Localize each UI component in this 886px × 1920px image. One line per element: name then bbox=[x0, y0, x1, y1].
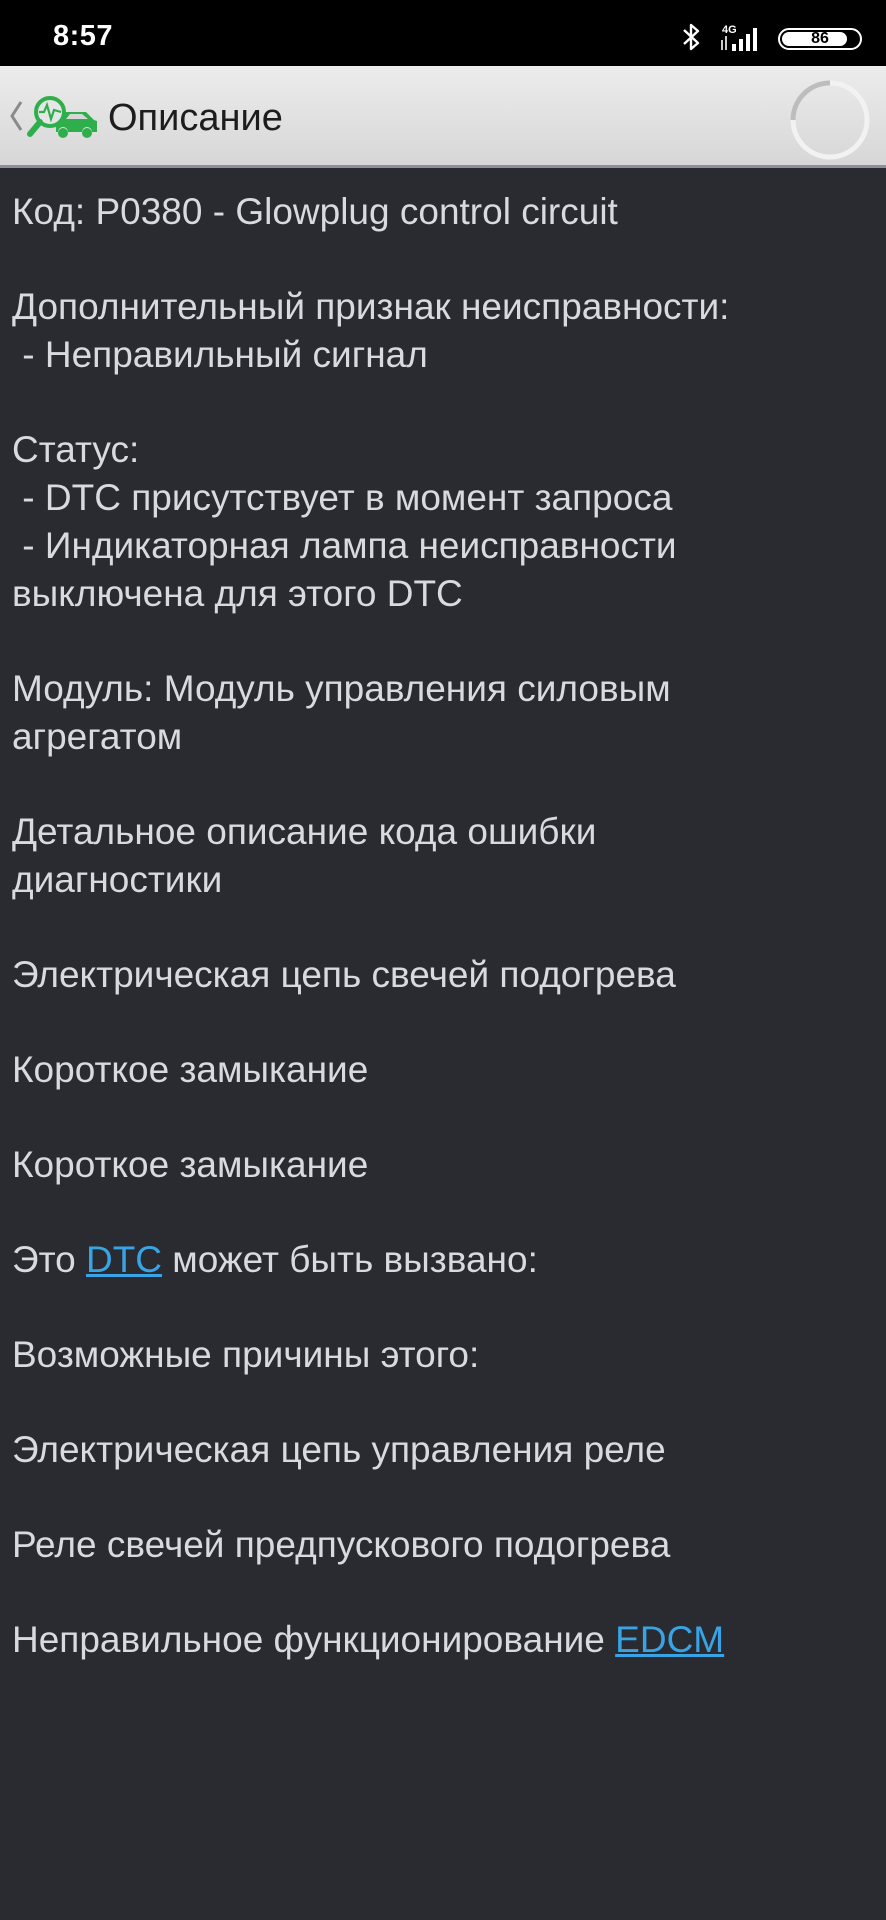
dtc-link[interactable]: DTC bbox=[86, 1239, 162, 1280]
detail-text: Детальное описание кода ошибки bbox=[12, 811, 597, 852]
page-title: Описание bbox=[108, 97, 283, 139]
cause-line: Это DTC может быть вызвано: bbox=[12, 1236, 872, 1284]
short-circuit-text: Короткое замыкание bbox=[12, 1141, 872, 1189]
cause-suffix: может быть вызвано: bbox=[162, 1239, 538, 1280]
module-text-continued: агрегатом bbox=[12, 716, 183, 757]
edcm-link[interactable]: EDCM bbox=[615, 1619, 724, 1660]
back-chevron-icon[interactable] bbox=[8, 96, 24, 136]
bluetooth-icon bbox=[683, 23, 700, 51]
detail-text-continued: диагностики bbox=[12, 859, 223, 900]
extra-symptom-item: - Неправильный сигнал bbox=[12, 334, 428, 375]
status-item: - DTC присутствует в момент запроса bbox=[12, 477, 673, 518]
dtc-code-text: Код: P0380 - Glowplug control circuit bbox=[12, 191, 618, 232]
dtc-code: Код: P0380 - Glowplug control circuit bbox=[12, 188, 872, 236]
extra-symptom-section: Дополнительный признак неисправности: - … bbox=[12, 283, 872, 379]
cause-prefix: Это bbox=[12, 1239, 86, 1280]
status-item: - Индикаторная лампа неисправности bbox=[12, 525, 677, 566]
status-bar: 8:57 4G 86 bbox=[0, 0, 886, 66]
circuit-text: Электрическая цепь свечей подогрева bbox=[12, 951, 872, 999]
possible-reasons-heading: Возможные причины этого: bbox=[12, 1331, 872, 1379]
detail-heading: Детальное описание кода ошибки диагностик… bbox=[12, 808, 872, 904]
reason-item: Неправильное функционирование EDCM bbox=[12, 1616, 872, 1664]
battery-icon: 86 bbox=[778, 28, 862, 50]
possible-reasons-label: Возможные причины этого: bbox=[12, 1334, 480, 1375]
car-diagnostic-logo-icon bbox=[27, 96, 97, 138]
status-time: 8:57 bbox=[53, 20, 114, 52]
dtc-description: Код: P0380 - Glowplug control circuit До… bbox=[12, 188, 872, 1711]
loading-spinner-icon bbox=[790, 80, 870, 160]
signal-icon: 4G bbox=[721, 24, 757, 51]
circuit-label: Электрическая цепь свечей подогрева bbox=[12, 954, 676, 995]
network-label: 4G bbox=[722, 24, 737, 36]
battery-level: 86 bbox=[811, 30, 829, 47]
status-section: Статус: - DTC присутствует в момент запр… bbox=[12, 426, 872, 618]
reason-prefix: Неправильное функционирование bbox=[12, 1619, 616, 1660]
app-bar: Описание bbox=[0, 66, 886, 168]
reason-item: Электрическая цепь управления реле bbox=[12, 1426, 872, 1474]
module-text: Модуль: Модуль управления силовым bbox=[12, 668, 671, 709]
short-circuit-label: Короткое замыкание bbox=[12, 1049, 369, 1090]
reason-label: Электрическая цепь управления реле bbox=[12, 1429, 666, 1470]
short-circuit-label: Короткое замыкание bbox=[12, 1144, 369, 1185]
status-item-continued: выключена для этого DTC bbox=[12, 573, 463, 614]
short-circuit-text: Короткое замыкание bbox=[12, 1046, 872, 1094]
extra-symptom-label: Дополнительный признак неисправности: bbox=[12, 286, 730, 327]
reason-item: Реле свечей предпускового подогрева bbox=[12, 1521, 872, 1569]
reason-label: Реле свечей предпускового подогрева bbox=[12, 1524, 671, 1565]
module-section: Модуль: Модуль управления силовым агрегат… bbox=[12, 665, 872, 761]
status-label: Статус: bbox=[12, 429, 140, 470]
